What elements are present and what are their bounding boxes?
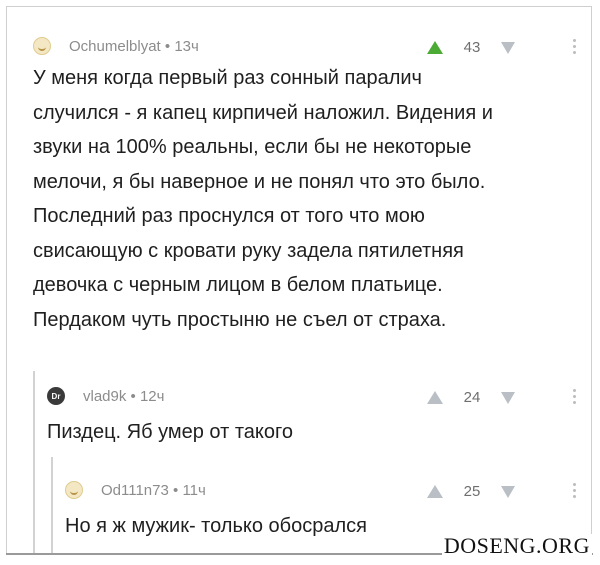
comment-3-votes: 25 <box>427 483 515 500</box>
comment-thread: Ochumelblyat • 13ч 43 У меня когда первы… <box>6 6 592 554</box>
more-options-icon[interactable] <box>573 389 577 407</box>
more-options-icon[interactable] <box>573 483 577 501</box>
comment-1: Ochumelblyat • 13ч 43 У меня когда первы… <box>7 7 591 363</box>
comment-2-author[interactable]: vlad9k <box>83 388 126 405</box>
comment-3-header: Od111n73 • 11ч <box>65 479 206 501</box>
meta-separator: • <box>164 37 171 55</box>
comment-2-time: 12ч <box>139 387 165 405</box>
downvote-arrow-icon[interactable] <box>501 391 515 404</box>
comment-2: Dr vlad9k • 12ч 24 Пиздец. Яб умер от та… <box>7 363 591 553</box>
comment-3-score: 25 <box>463 483 481 500</box>
comment-2-score: 24 <box>463 389 481 406</box>
sleeping-face-icon[interactable] <box>33 37 51 55</box>
comment-1-text: У меня когда первый раз сонный паралич с… <box>33 67 493 331</box>
avatar-text: Dr <box>51 391 61 401</box>
thread-line[interactable] <box>51 457 53 553</box>
dr-badge-icon[interactable]: Dr <box>47 387 65 405</box>
meta-separator: • <box>173 481 179 499</box>
watermark: DOSENG.ORG <box>441 533 592 558</box>
more-options-icon[interactable] <box>573 39 577 57</box>
comment-1-meta: Ochumelblyat • 13ч <box>69 38 199 55</box>
comment-2-meta: vlad9k • 12ч <box>83 388 164 405</box>
upvote-arrow-icon[interactable] <box>427 41 443 54</box>
meta-separator: • <box>130 387 136 405</box>
comment-1-time: 13ч <box>174 37 199 55</box>
upvote-arrow-icon[interactable] <box>427 485 443 498</box>
downvote-arrow-icon[interactable] <box>501 485 515 498</box>
upvote-arrow-icon[interactable] <box>427 391 443 404</box>
downvote-arrow-icon[interactable] <box>501 41 515 54</box>
sleeping-face-icon[interactable] <box>65 481 83 499</box>
comment-1-votes: 43 <box>427 39 515 56</box>
comment-3-author[interactable]: Od111n73 <box>101 482 169 499</box>
comment-2-votes: 24 <box>427 389 515 406</box>
comment-3-meta: Od111n73 • 11ч <box>101 482 206 499</box>
comment-2-header: Dr vlad9k • 12ч <box>47 385 164 407</box>
comment-3-time: 11ч <box>182 481 206 499</box>
comment-1-score: 43 <box>463 39 481 56</box>
comment-2-text: Пиздец. Яб умер от такого <box>47 421 293 443</box>
comment-1-header: Ochumelblyat • 13ч <box>33 35 199 57</box>
comment-1-author[interactable]: Ochumelblyat <box>69 38 161 55</box>
